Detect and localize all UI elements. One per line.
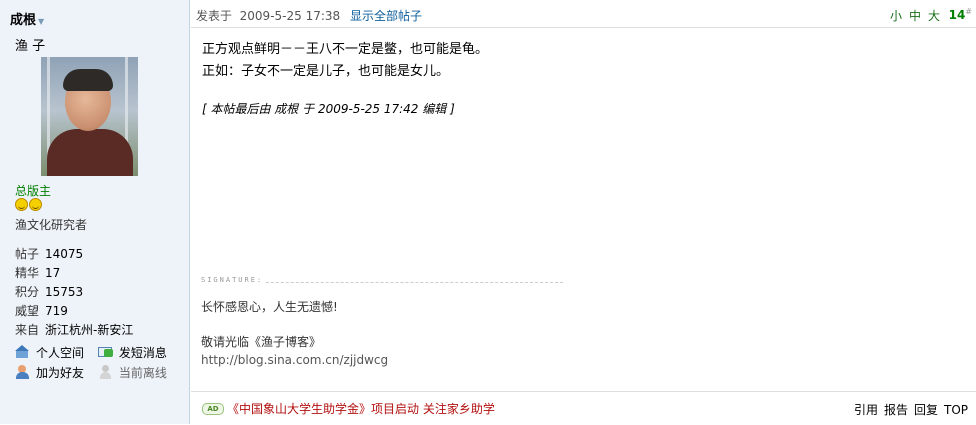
signature-url[interactable]: http://blog.sina.com.cn/zjjdwcg: [201, 353, 388, 367]
space-link-label[interactable]: 个人空间: [36, 346, 84, 360]
user-group[interactable]: 总版主: [15, 182, 51, 199]
floor-mark: #: [965, 7, 972, 16]
signature-divider: SIGNATURE:: [201, 276, 563, 284]
edit-note: [ 本帖最后由 成根 于 2009-5-25 17:42 编辑 ]: [202, 102, 455, 116]
user-links-row: 加为好友 当前离线: [15, 363, 177, 383]
stat-value: 15753: [45, 285, 84, 299]
home-icon: [15, 345, 31, 359]
floor-number-value[interactable]: 14: [949, 8, 966, 22]
stat-row: 精华 17: [15, 264, 133, 283]
post-footer: AD 《中国象山大学生助学金》项目启动 关注家乡助学 引用 报告 回复 TOP: [191, 391, 976, 425]
font-size-large[interactable]: 大: [928, 9, 940, 23]
stat-label: 威望: [15, 304, 40, 318]
user-stats: 帖子 14075 精华 17 积分 15753 威望 719 来自 浙江杭州-新安江: [15, 245, 133, 340]
avatar-body: [47, 129, 133, 176]
offline-icon: [98, 365, 114, 379]
add-friend-icon: [15, 365, 31, 379]
stat-value: 浙江杭州-新安江: [45, 323, 134, 337]
floor-number[interactable]: 14#: [949, 7, 972, 22]
custom-title: 渔文化研究者: [15, 218, 88, 232]
ad-badge: AD: [202, 403, 224, 415]
author-nickname: 渔 子: [15, 39, 46, 54]
post-meta: 发表于 2009-5-25 17:38 显示全部帖子: [196, 7, 422, 24]
user-links: 个人空间 发短消息 加为好友 当前离线: [15, 343, 177, 383]
stat-label: 精华: [15, 266, 40, 280]
stat-value: 14075: [45, 247, 84, 261]
rank-stars: [15, 198, 43, 214]
reply-button[interactable]: 回复: [914, 403, 938, 417]
post-main: 发表于 2009-5-25 17:38 显示全部帖子 小中大 14# 正方观点鲜…: [191, 0, 976, 424]
author-name-text[interactable]: 成根: [10, 13, 36, 28]
stat-label: 来自: [15, 323, 40, 337]
signature: 长怀感恩心，人生无遗憾! 敬请光临《渔子博客》 http://blog.sina…: [201, 298, 388, 367]
online-status-label: 当前离线: [118, 366, 167, 380]
online-status: 当前离线: [98, 363, 167, 383]
font-size-switcher: 小中大: [883, 7, 940, 24]
report-button[interactable]: 报告: [884, 403, 908, 417]
signature-line: 敬请光临《渔子博客》: [201, 335, 322, 349]
posted-time: 2009-5-25 17:38: [239, 9, 341, 23]
pm-link[interactable]: 发短消息: [97, 343, 167, 363]
top-button[interactable]: TOP: [944, 403, 968, 417]
stat-row: 积分 15753: [15, 283, 133, 302]
ad-link[interactable]: 《中国象山大学生助学金》项目启动 关注家乡助学: [227, 400, 495, 417]
space-link[interactable]: 个人空间: [15, 343, 84, 363]
stat-row: 威望 719: [15, 302, 133, 321]
author-sidebar: 成根 ▼ 渔 子 总版主 渔文化研究者 帖子 14075 精华 17 积分 15753 …: [0, 0, 190, 424]
signature-line: 长怀感恩心，人生无遗憾!: [201, 300, 338, 314]
smiley-icon: [29, 198, 42, 211]
add-friend-link[interactable]: 加为好友: [15, 363, 84, 383]
smiley-icon: [15, 198, 28, 211]
stat-value: 17: [45, 266, 61, 280]
avatar[interactable]: [41, 57, 138, 176]
stat-row: 来自 浙江杭州-新安江: [15, 321, 133, 340]
pm-link-label[interactable]: 发短消息: [119, 346, 167, 360]
font-size-medium[interactable]: 中: [909, 9, 921, 23]
add-friend-label[interactable]: 加为好友: [36, 366, 84, 380]
font-size-small[interactable]: 小: [890, 9, 902, 23]
stat-row: 帖子 14075: [15, 245, 133, 264]
chevron-down-icon[interactable]: ▼: [38, 17, 44, 26]
author-name[interactable]: 成根 ▼: [10, 9, 44, 28]
signature-label: SIGNATURE:: [201, 276, 267, 284]
avatar-hair: [63, 69, 113, 91]
message-icon: [97, 345, 114, 359]
stat-value: 719: [45, 304, 68, 318]
show-all-posts-link[interactable]: 显示全部帖子: [350, 9, 422, 23]
stat-label: 积分: [15, 285, 40, 299]
posted-prefix: 发表于: [196, 9, 233, 23]
post-header: 发表于 2009-5-25 17:38 显示全部帖子 小中大 14#: [191, 0, 976, 28]
post-content: 正方观点鲜明－－王八不一定是鳖，也可能是龟。 正如：子女不一定是儿子，也可能是女…: [202, 39, 488, 83]
quote-button[interactable]: 引用: [854, 403, 878, 417]
content-line: 正如：子女不一定是儿子，也可能是女儿。: [202, 64, 450, 79]
post-actions: 引用 报告 回复 TOP: [848, 401, 968, 418]
stat-label: 帖子: [15, 247, 40, 261]
user-links-row: 个人空间 发短消息: [15, 343, 177, 363]
content-line: 正方观点鲜明－－王八不一定是鳖，也可能是龟。: [202, 42, 489, 57]
